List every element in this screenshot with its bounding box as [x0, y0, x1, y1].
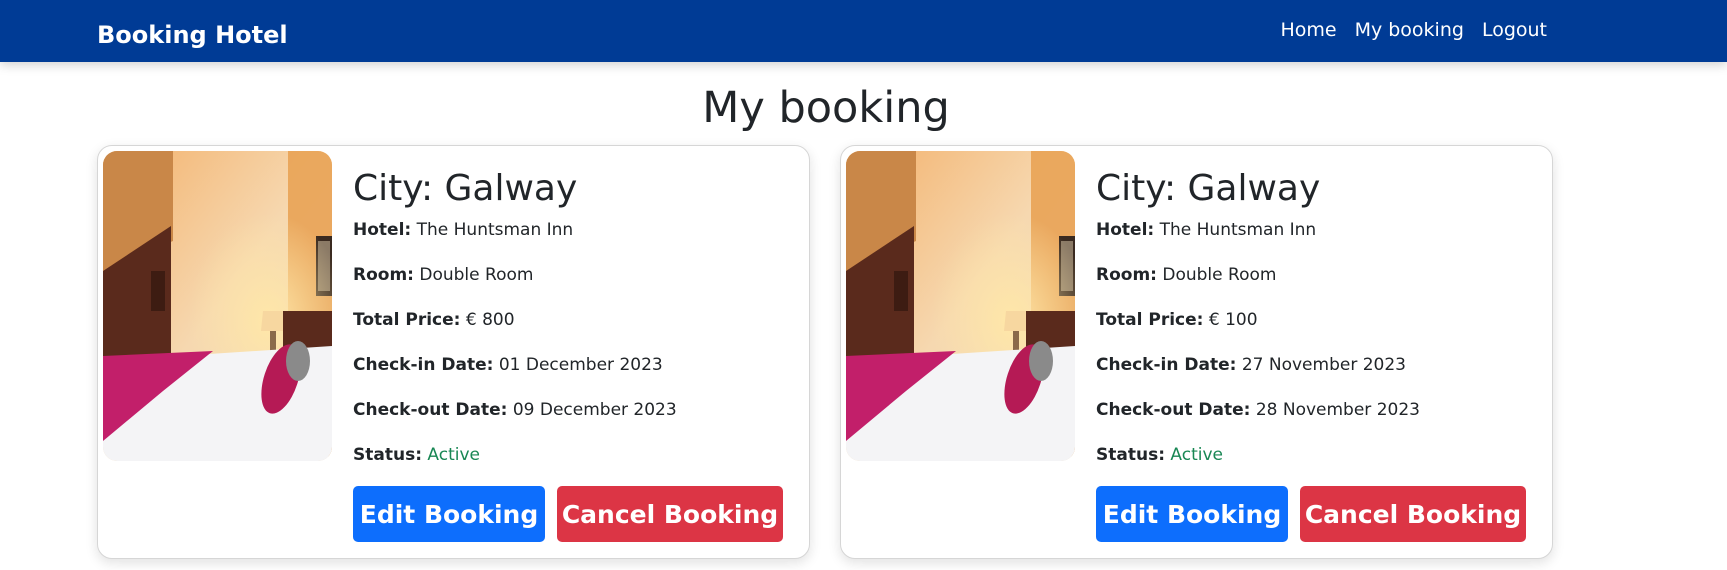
price-row: Total Price: € 100: [1096, 309, 1526, 354]
cancel-booking-button[interactable]: Cancel Booking: [557, 486, 783, 542]
checkout-label: Check-out Date:: [1096, 400, 1251, 420]
room-label: Room:: [1096, 265, 1157, 285]
status-badge: Active: [427, 445, 480, 465]
hotel-label: Hotel:: [353, 220, 412, 240]
booking-info: City: Galway Hotel: The Huntsman Inn Roo…: [1096, 168, 1526, 489]
hotel-row: Hotel: The Huntsman Inn: [1096, 219, 1526, 264]
checkout-row: Check-out Date: 09 December 2023: [353, 399, 783, 444]
navbar: Booking Hotel Home My booking Logout: [0, 0, 1727, 62]
checkin-row: Check-in Date: 27 November 2023: [1096, 354, 1526, 399]
status-label: Status:: [1096, 445, 1165, 465]
room-row: Room: Double Room: [1096, 264, 1526, 309]
edit-booking-button[interactable]: Edit Booking: [1096, 486, 1288, 542]
nav-my-booking-link[interactable]: My booking: [1355, 19, 1464, 41]
hotel-room-photo: [103, 151, 332, 461]
hotel-value: The Huntsman Inn: [416, 220, 574, 240]
status-label: Status:: [353, 445, 422, 465]
brand-link[interactable]: Booking Hotel: [97, 21, 288, 49]
checkin-value: 01 December 2023: [498, 355, 663, 375]
price-value: € 100: [1208, 310, 1258, 330]
booking-card: City: Galway Hotel: The Huntsman Inn Roo…: [97, 145, 810, 559]
status-row: Status: Active: [353, 444, 783, 489]
hotel-value: The Huntsman Inn: [1159, 220, 1317, 240]
nav-home-link[interactable]: Home: [1280, 19, 1336, 41]
room-label: Room:: [353, 265, 414, 285]
booking-city: City: Galway: [353, 168, 578, 209]
room-row: Room: Double Room: [353, 264, 783, 309]
booking-city: City: Galway: [1096, 168, 1321, 209]
checkin-label: Check-in Date:: [353, 355, 494, 375]
booking-card: City: Galway Hotel: The Huntsman Inn Roo…: [840, 145, 1553, 559]
price-row: Total Price: € 800: [353, 309, 783, 354]
status-badge: Active: [1170, 445, 1223, 465]
page-title: My booking: [702, 83, 950, 133]
price-label: Total Price:: [353, 310, 461, 330]
hotel-room-photo: [846, 151, 1075, 461]
checkout-row: Check-out Date: 28 November 2023: [1096, 399, 1526, 444]
checkin-row: Check-in Date: 01 December 2023: [353, 354, 783, 399]
checkout-value: 09 December 2023: [512, 400, 677, 420]
nav-logout-link[interactable]: Logout: [1482, 19, 1547, 41]
hotel-label: Hotel:: [1096, 220, 1155, 240]
price-label: Total Price:: [1096, 310, 1204, 330]
hotel-row: Hotel: The Huntsman Inn: [353, 219, 783, 264]
checkout-label: Check-out Date:: [353, 400, 508, 420]
edit-booking-button[interactable]: Edit Booking: [353, 486, 545, 542]
status-row: Status: Active: [1096, 444, 1526, 489]
room-value: Double Room: [1162, 265, 1277, 285]
price-value: € 800: [465, 310, 515, 330]
checkout-value: 28 November 2023: [1255, 400, 1420, 420]
booking-info: City: Galway Hotel: The Huntsman Inn Roo…: [353, 168, 783, 489]
checkin-value: 27 November 2023: [1241, 355, 1406, 375]
cancel-booking-button[interactable]: Cancel Booking: [1300, 486, 1526, 542]
nav-links: Home My booking Logout: [1280, 19, 1547, 41]
room-value: Double Room: [419, 265, 534, 285]
checkin-label: Check-in Date:: [1096, 355, 1237, 375]
